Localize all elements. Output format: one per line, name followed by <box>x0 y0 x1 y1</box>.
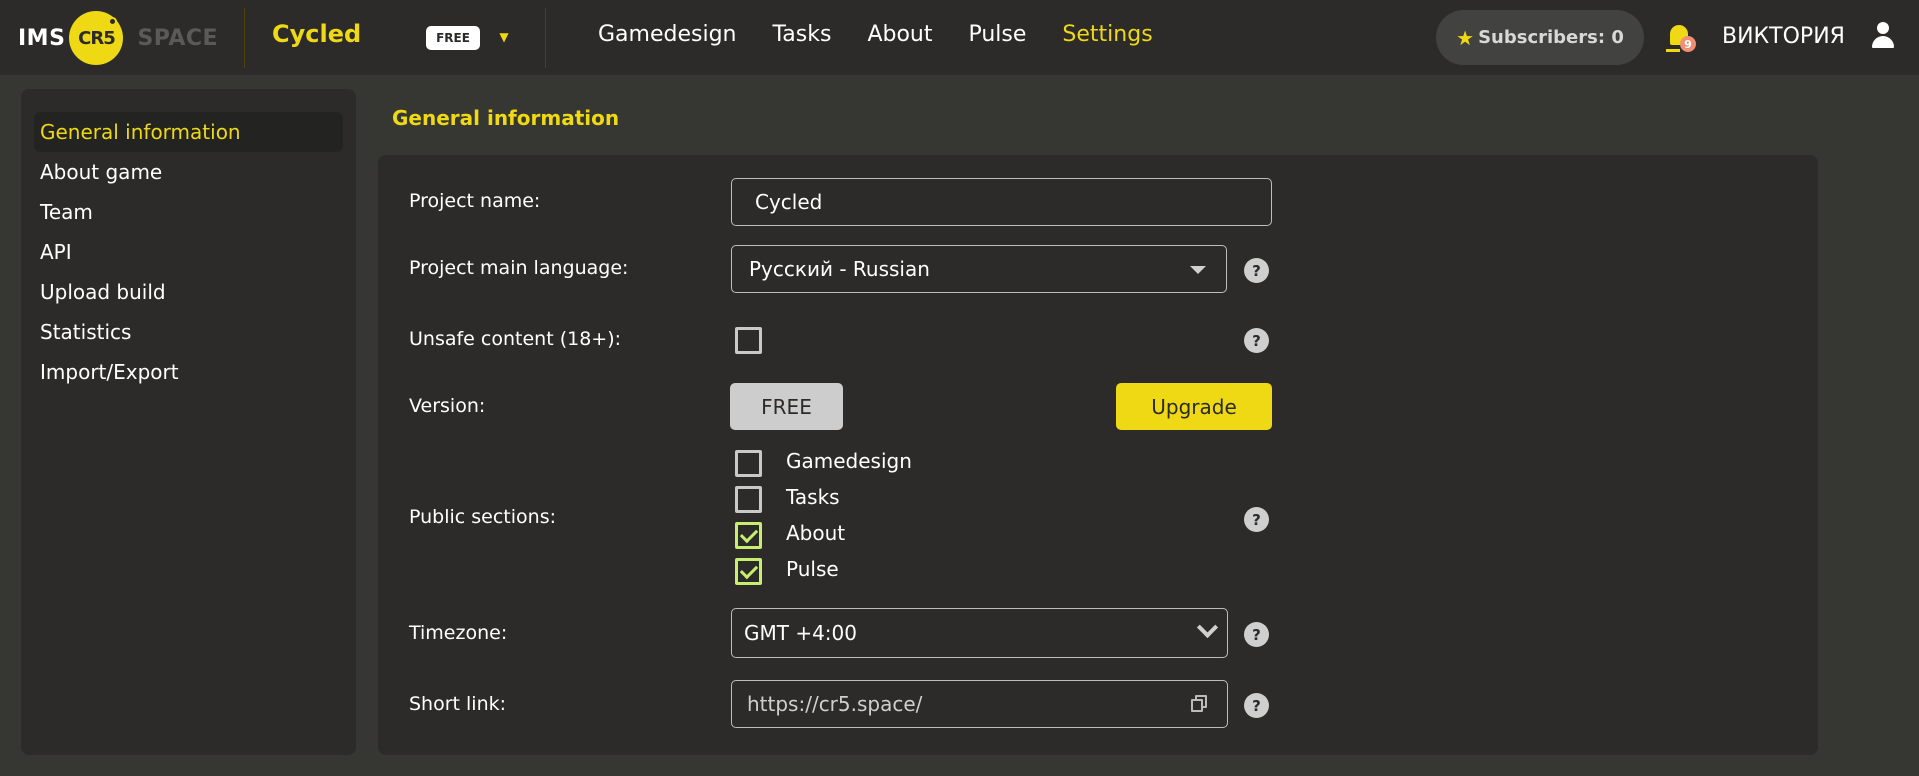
settings-sidebar: General information About game Team API … <box>21 89 356 755</box>
nav-gamedesign[interactable]: Gamedesign <box>598 20 736 50</box>
current-version-button: FREE <box>730 383 843 430</box>
project-switcher-chevron-icon[interactable]: ▼ <box>496 26 512 48</box>
nav-settings[interactable]: Settings <box>1062 20 1152 50</box>
short-link-value: https://cr5.space/ <box>747 692 923 716</box>
public-pulse-checkbox[interactable] <box>735 558 762 585</box>
header-divider <box>545 8 546 68</box>
version-label: Version: <box>409 395 486 417</box>
public-about-label: About <box>786 521 846 545</box>
language-select[interactable]: Русский - Russian <box>731 245 1227 293</box>
logo-ims-text: IMS <box>18 25 66 51</box>
sidebar-item-about-game[interactable]: About game <box>34 152 343 192</box>
top-header: IMS CR5 SPACE Cycled FREE ▼ Gamedesign T… <box>0 0 1919 75</box>
timezone-select[interactable]: GMT +4:00 <box>731 608 1228 658</box>
public-sections-label: Public sections: <box>409 506 556 528</box>
timezone-help-icon[interactable]: ? <box>1244 622 1269 647</box>
sidebar-item-upload-build[interactable]: Upload build <box>34 272 343 312</box>
logo-cr5-circle: CR5 <box>69 11 124 65</box>
sidebar-item-import-export[interactable]: Import/Export <box>34 352 343 392</box>
project-name-label: Project name: <box>409 190 541 212</box>
upgrade-button[interactable]: Upgrade <box>1116 383 1272 430</box>
project-name-input[interactable]: Cycled <box>731 178 1272 226</box>
subscribers-button[interactable]: ★ Subscribers: 0 <box>1436 10 1644 65</box>
sidebar-item-team[interactable]: Team <box>34 192 343 232</box>
header-divider <box>244 8 245 68</box>
notifications-count-badge: 9 <box>1680 36 1696 52</box>
unsafe-help-icon[interactable]: ? <box>1244 328 1269 353</box>
logo-space-text: SPACE <box>137 25 219 51</box>
language-value: Русский - Russian <box>749 257 930 281</box>
public-tasks-checkbox[interactable] <box>735 486 762 513</box>
star-icon: ★ <box>1456 25 1475 50</box>
logo-cr5-text: CR5 <box>78 27 116 49</box>
nav-pulse[interactable]: Pulse <box>968 20 1026 50</box>
nav-about[interactable]: About <box>867 20 932 50</box>
username[interactable]: ВИКТОРИЯ <box>1722 22 1845 52</box>
dropdown-arrow-icon <box>1190 266 1206 274</box>
subscribers-label: Subscribers: 0 <box>1478 27 1624 48</box>
sidebar-item-statistics[interactable]: Statistics <box>34 312 343 352</box>
short-link-input[interactable]: https://cr5.space/ <box>731 680 1228 728</box>
logo-dot <box>108 17 118 26</box>
copy-icon-front <box>1191 699 1203 712</box>
unsafe-content-label: Unsafe content (18+): <box>409 328 622 350</box>
public-gamedesign-checkbox[interactable] <box>735 450 762 477</box>
user-icon[interactable] <box>1870 22 1896 50</box>
notifications-button[interactable]: 9 <box>1664 22 1696 52</box>
public-gamedesign-label: Gamedesign <box>786 449 912 473</box>
language-help-icon[interactable]: ? <box>1244 258 1269 283</box>
nav-tasks[interactable]: Tasks <box>772 20 831 50</box>
user-icon-torso <box>1872 36 1894 48</box>
project-title[interactable]: Cycled <box>272 20 361 48</box>
sidebar-item-api[interactable]: API <box>34 232 343 272</box>
short-link-label: Short link: <box>409 693 507 715</box>
timezone-value: GMT +4:00 <box>744 621 857 645</box>
sidebar-item-general-information[interactable]: General information <box>34 112 343 152</box>
short-link-help-icon[interactable]: ? <box>1244 693 1269 718</box>
language-label: Project main language: <box>409 257 629 279</box>
copy-icon[interactable] <box>1191 695 1209 713</box>
chevron-down-icon <box>1195 619 1217 641</box>
timezone-label: Timezone: <box>409 622 508 644</box>
logo[interactable]: IMS CR5 SPACE <box>18 11 219 65</box>
plan-badge: FREE <box>426 26 480 50</box>
public-about-checkbox[interactable] <box>735 522 762 549</box>
bell-icon-base <box>1666 49 1680 52</box>
main-nav: Gamedesign Tasks About Pulse Settings <box>598 20 1189 50</box>
public-sections-help-icon[interactable]: ? <box>1244 507 1269 532</box>
user-icon-head <box>1877 22 1889 34</box>
unsafe-content-checkbox[interactable] <box>735 327 762 354</box>
page-title: General information <box>392 106 620 130</box>
public-tasks-label: Tasks <box>786 485 840 509</box>
public-pulse-label: Pulse <box>786 557 839 581</box>
project-name-value: Cycled <box>755 190 823 214</box>
